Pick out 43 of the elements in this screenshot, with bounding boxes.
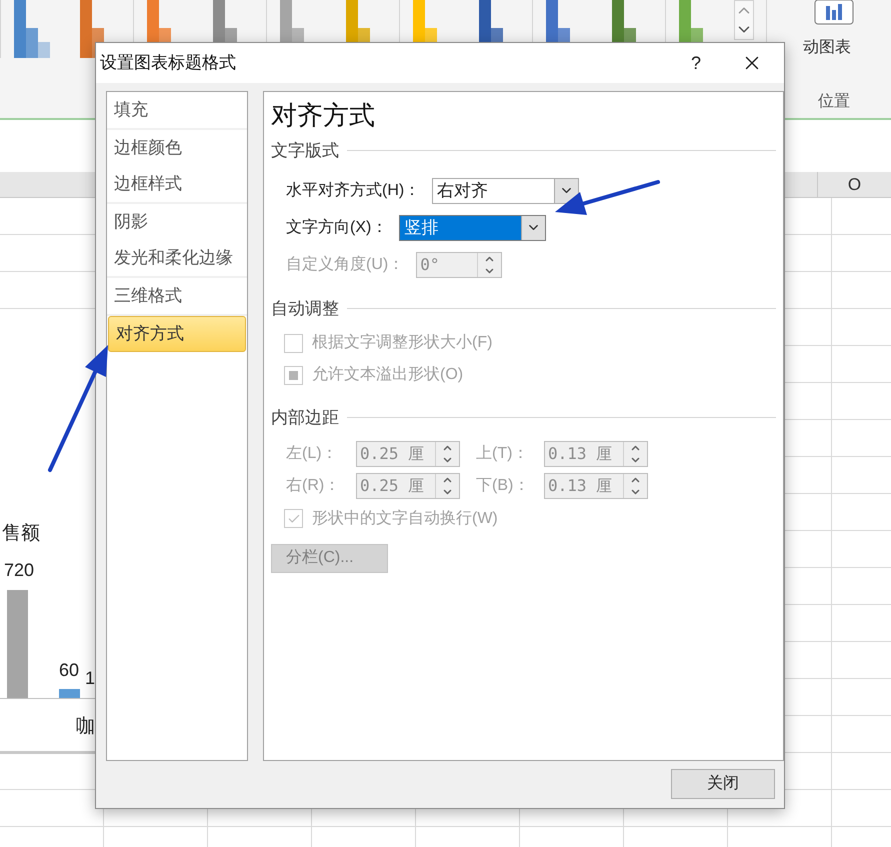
dropdown[interactable]: 右对齐 xyxy=(432,178,580,204)
field-label: 下(B)： xyxy=(476,476,530,496)
nav-item[interactable]: 对齐方式 xyxy=(108,316,246,352)
spinner-value: 0.13 厘 xyxy=(547,442,614,464)
section-title: 自动调整 xyxy=(271,298,339,320)
section-title: 内部边距 xyxy=(271,407,339,429)
field-label: 右(R)： xyxy=(286,476,342,496)
dialog-title: 设置图表标题格式 xyxy=(100,52,237,74)
close-dialog-button[interactable]: 关闭 xyxy=(671,769,775,799)
nav-item[interactable]: 边框样式 xyxy=(107,166,247,202)
field-label: 上(T)： xyxy=(476,444,530,464)
field-label: 左(L)： xyxy=(286,444,339,464)
checkbox-label: 形状中的文字自动换行(W) xyxy=(312,508,498,528)
nav-item[interactable]: 阴影 xyxy=(107,204,247,240)
data-label: 1 xyxy=(85,667,96,690)
data-label: 60 xyxy=(59,659,80,682)
checkbox-label: 根据文字调整形状大小(F) xyxy=(312,332,492,353)
axis-label: 咖 xyxy=(76,715,95,739)
spinner-value: 0.25 厘 xyxy=(359,442,426,464)
spinner-value: 0° xyxy=(419,254,440,276)
help-button[interactable]: ? xyxy=(676,50,716,76)
field-label: 文字方向(X)： xyxy=(286,218,388,238)
chart-title: 售额 xyxy=(2,522,40,546)
spinner-value: 0.13 厘 xyxy=(547,474,614,496)
spinner-value: 0.25 厘 xyxy=(359,474,426,496)
section-title: 文字版式 xyxy=(271,140,339,162)
field-label: 水平对齐方式(H)： xyxy=(286,180,420,200)
nav-item[interactable]: 填充 xyxy=(107,92,247,128)
checkbox-label: 允许文本溢出形状(O) xyxy=(312,364,464,385)
move-chart-label[interactable]: 动图表 xyxy=(803,36,891,60)
nav-item[interactable]: 发光和柔化边缘 xyxy=(107,240,247,276)
group-label: 位置 xyxy=(818,92,850,112)
dropdown[interactable]: 竖排 xyxy=(399,214,546,240)
field-label: 自定义角度(U)： xyxy=(286,254,404,274)
nav-item[interactable]: 三维格式 xyxy=(107,278,247,314)
dropdown-value: 竖排 xyxy=(403,216,440,238)
bar xyxy=(59,689,80,698)
data-label: 720 xyxy=(4,559,34,582)
panel-heading: 对齐方式 xyxy=(271,99,376,132)
chart-icon[interactable] xyxy=(814,0,854,26)
dropdown-value: 右对齐 xyxy=(436,180,490,202)
column-header: O xyxy=(817,172,891,197)
nav-item[interactable]: 边框颜色 xyxy=(107,130,247,166)
